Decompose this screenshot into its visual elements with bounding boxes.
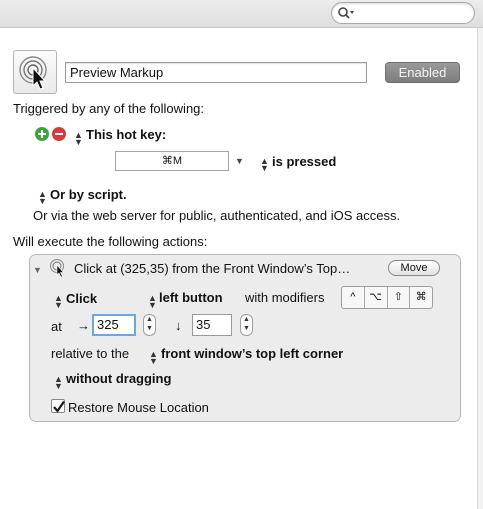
with-modifiers-label: with modifiers — [245, 290, 325, 305]
relative-label: relative to the — [51, 346, 130, 361]
hotkey-dropdown-icon[interactable]: ▼ — [235, 153, 244, 169]
x-coordinate-field[interactable]: 325 — [92, 314, 136, 336]
command-modifier-button[interactable]: ⌘ — [410, 287, 432, 308]
add-trigger-button[interactable] — [35, 127, 49, 141]
hotkey-condition-popup[interactable]: is pressed — [272, 154, 336, 170]
click-action-box — [29, 254, 461, 422]
drag-popup-down-icon[interactable]: ▼ — [54, 378, 63, 394]
relative-popup-down-icon[interactable]: ▼ — [149, 353, 158, 369]
hotkey-trigger-label[interactable]: This hot key: — [86, 127, 166, 143]
x-stepper[interactable]: ▲ ▼ — [143, 314, 156, 336]
modifier-keys-group: ^ ⌥ ⇧ ⌘ — [341, 286, 433, 309]
click-action-icon — [49, 258, 69, 282]
click-cursor-icon[interactable] — [13, 50, 57, 94]
trigger-type-popup-down-icon[interactable]: ▼ — [74, 134, 83, 150]
move-button[interactable]: Move — [388, 260, 440, 276]
y-coordinate-field[interactable]: 35 — [192, 314, 232, 336]
magnifier-icon[interactable] — [337, 6, 359, 20]
disclosure-triangle-icon[interactable]: ▼ — [33, 262, 42, 278]
scrollbar-track[interactable] — [478, 28, 483, 509]
right-arrow-icon: → — [77, 318, 90, 333]
control-modifier-button[interactable]: ^ — [342, 287, 365, 308]
drag-mode-popup[interactable]: without dragging — [66, 371, 171, 387]
enabled-button[interactable]: Enabled — [385, 62, 460, 83]
script-popup-down-icon[interactable]: ▼ — [38, 193, 47, 209]
web-server-text: Or via the web server for public, authen… — [33, 208, 401, 223]
restore-mouse-label[interactable]: Restore Mouse Location — [68, 400, 209, 416]
actions-heading: Will execute the following actions: — [13, 234, 208, 249]
search-input[interactable] — [331, 2, 475, 24]
y-stepper[interactable]: ▲ ▼ — [240, 314, 253, 336]
option-modifier-button[interactable]: ⌥ — [365, 287, 388, 308]
restore-mouse-checkbox[interactable] — [51, 399, 65, 413]
relative-to-popup[interactable]: front window’s top left corner — [161, 346, 343, 362]
script-trigger-label[interactable]: Or by script. — [50, 187, 127, 203]
condition-popup-down-icon[interactable]: ▼ — [260, 160, 269, 176]
mouse-button-popup[interactable]: left button — [159, 290, 223, 306]
hotkey-field[interactable]: ⌘M — [115, 151, 229, 171]
click-type-popup[interactable]: Click — [66, 291, 97, 307]
click-type-popup-down-icon[interactable]: ▼ — [54, 297, 63, 313]
action-title: Click at (325,35) from the Front Window’… — [74, 261, 351, 276]
macro-name-field[interactable]: Preview Markup — [65, 62, 367, 83]
down-arrow-icon: ↓ — [175, 318, 182, 333]
button-popup-down-icon[interactable]: ▼ — [148, 297, 157, 313]
triggers-heading: Triggered by any of the following: — [13, 101, 205, 116]
remove-trigger-button[interactable] — [52, 127, 66, 141]
at-label: at — [51, 319, 62, 334]
shift-modifier-button[interactable]: ⇧ — [388, 287, 411, 308]
